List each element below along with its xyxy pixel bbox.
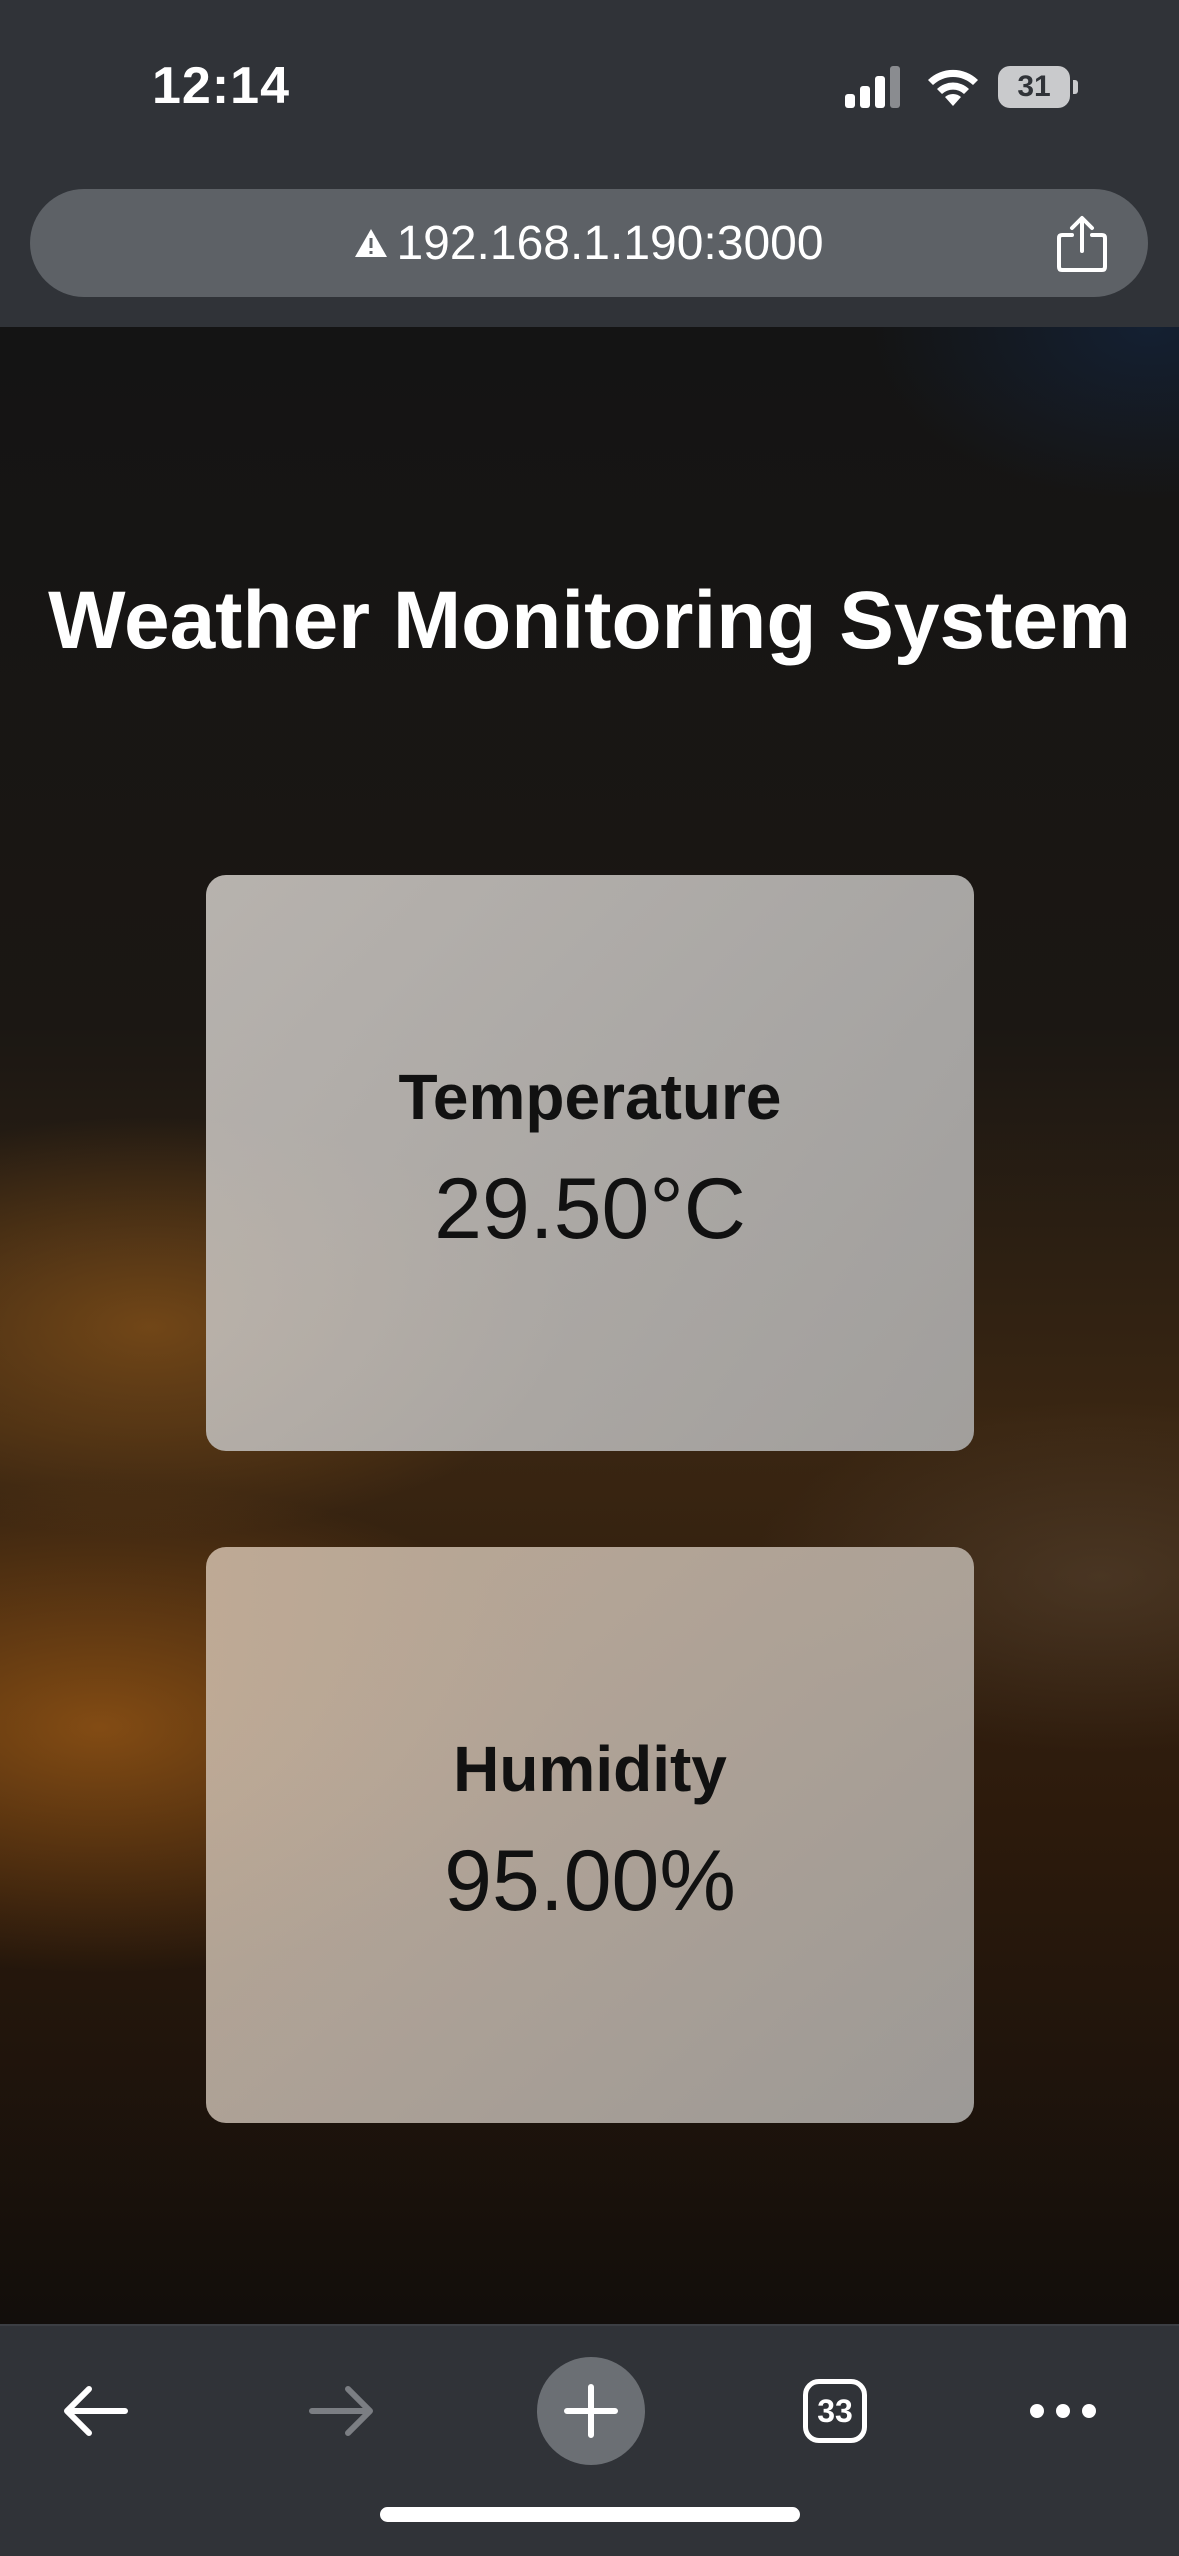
warning-triangle-icon bbox=[355, 229, 388, 257]
humidity-label: Humidity bbox=[453, 1733, 727, 1805]
plus-icon bbox=[564, 2384, 618, 2438]
wifi-icon bbox=[928, 69, 978, 106]
tabs-button[interactable]: 33 bbox=[780, 2356, 890, 2466]
humidity-card: Humidity 95.00% bbox=[206, 1547, 974, 2123]
temperature-card: Temperature 29.50°C bbox=[206, 875, 974, 1451]
battery-indicator: 31 bbox=[998, 66, 1078, 108]
arrow-right-icon bbox=[309, 2386, 373, 2436]
page-title: Weather Monitoring System bbox=[48, 575, 1131, 666]
home-indicator[interactable] bbox=[380, 2507, 800, 2522]
web-content: Weather Monitoring System Temperature 29… bbox=[0, 327, 1179, 2324]
arrow-left-icon bbox=[64, 2386, 128, 2436]
screen: 12:14 31 192.168.1.190:3000 Weather Moni… bbox=[0, 0, 1179, 2556]
forward-button[interactable] bbox=[287, 2356, 397, 2466]
new-tab-button[interactable] bbox=[536, 2356, 646, 2466]
battery-level: 31 bbox=[1017, 70, 1051, 103]
cellular-signal-icon bbox=[845, 66, 900, 108]
address-bar-area: 192.168.1.190:3000 bbox=[0, 170, 1179, 329]
tab-count: 33 bbox=[817, 2392, 853, 2429]
humidity-value: 95.00% bbox=[444, 1833, 736, 1929]
ellipsis-icon bbox=[1030, 2404, 1096, 2418]
address-bar[interactable]: 192.168.1.190:3000 bbox=[30, 189, 1148, 297]
tabs-icon: 33 bbox=[803, 2379, 867, 2443]
share-icon[interactable] bbox=[1056, 215, 1108, 273]
battery-tip bbox=[1073, 80, 1078, 94]
address-content[interactable]: 192.168.1.190:3000 bbox=[30, 189, 1148, 297]
url-text[interactable]: 192.168.1.190:3000 bbox=[396, 216, 823, 271]
temperature-value: 29.50°C bbox=[434, 1161, 746, 1257]
status-bar: 12:14 31 bbox=[0, 0, 1179, 170]
temperature-label: Temperature bbox=[398, 1061, 782, 1133]
status-time: 12:14 bbox=[152, 57, 290, 115]
new-tab-circle[interactable] bbox=[537, 2357, 645, 2465]
more-button[interactable] bbox=[1008, 2356, 1118, 2466]
back-button[interactable] bbox=[40, 2356, 150, 2466]
